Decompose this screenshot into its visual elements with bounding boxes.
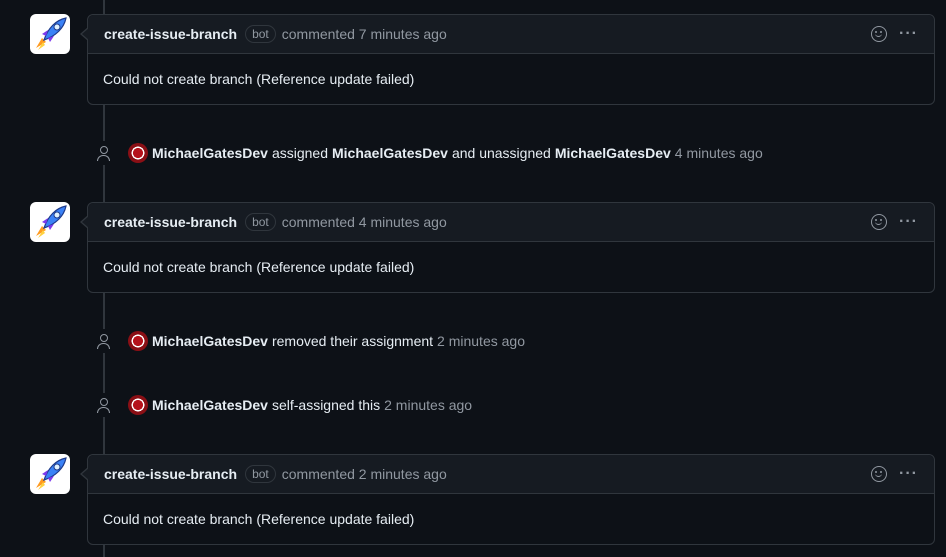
comment-box: create-issue-branch bot commented 4 minu…: [80, 202, 935, 293]
comment-box: create-issue-branch bot commented 7 minu…: [80, 14, 935, 105]
kebab-icon[interactable]: ···: [899, 214, 918, 230]
user-avatar[interactable]: [128, 143, 148, 163]
comment-body: Could not create branch (Reference updat…: [103, 71, 415, 87]
kebab-icon[interactable]: ···: [899, 466, 918, 482]
event-action: assigned: [271, 145, 328, 161]
bot-avatar[interactable]: [30, 14, 70, 54]
event-actor-link[interactable]: MichaelGatesDev: [152, 145, 268, 161]
bot-badge: bot: [245, 213, 276, 231]
rocket-icon: [36, 205, 67, 238]
event-action: removed their assignment: [271, 333, 434, 349]
bot-badge: bot: [245, 25, 276, 43]
comment-author-link[interactable]: create-issue-branch: [104, 214, 237, 230]
kebab-icon[interactable]: ···: [899, 26, 918, 42]
comment-header: create-issue-branch bot commented 4 minu…: [80, 203, 934, 242]
smiley-icon[interactable]: [871, 214, 888, 230]
user-avatar[interactable]: [128, 331, 148, 351]
comment-author-link[interactable]: create-issue-branch: [104, 26, 237, 42]
event-timestamp[interactable]: 2 minutes ago: [437, 333, 525, 349]
event-actor-link[interactable]: MichaelGatesDev: [152, 333, 268, 349]
comment-body: Could not create branch (Reference updat…: [103, 511, 415, 527]
event-timestamp[interactable]: 2 minutes ago: [384, 397, 472, 413]
comment-author-link[interactable]: create-issue-branch: [104, 466, 237, 482]
timeline-event: MichaelGatesDev self-assigned this 2 min…: [96, 393, 481, 417]
event-timestamp[interactable]: 4 minutes ago: [675, 145, 763, 161]
event-action: self-assigned this: [271, 397, 381, 413]
user-avatar[interactable]: [128, 395, 148, 415]
comment-timestamp[interactable]: commented 7 minutes ago: [282, 26, 447, 42]
person-icon: [96, 333, 112, 349]
event-target-link[interactable]: MichaelGatesDev: [332, 145, 448, 161]
bot-badge: bot: [245, 465, 276, 483]
event-action-2: and unassigned: [451, 145, 551, 161]
bot-avatar[interactable]: [30, 202, 70, 242]
comment-header: create-issue-branch bot commented 2 minu…: [80, 455, 934, 494]
event-target-link-2[interactable]: MichaelGatesDev: [555, 145, 671, 161]
smiley-icon[interactable]: [871, 26, 888, 42]
comment-header: create-issue-branch bot commented 7 minu…: [80, 15, 934, 54]
comment-timestamp[interactable]: commented 4 minutes ago: [282, 214, 447, 230]
comment-body: Could not create branch (Reference updat…: [103, 259, 415, 275]
person-icon: [96, 145, 112, 161]
timeline-event: MichaelGatesDev assigned MichaelGatesDev…: [96, 141, 771, 165]
rocket-icon: [36, 457, 67, 490]
comment-timestamp[interactable]: commented 2 minutes ago: [282, 466, 447, 482]
rocket-icon: [36, 17, 67, 50]
timeline-event: MichaelGatesDev removed their assignment…: [96, 329, 533, 353]
comment-box: create-issue-branch bot commented 2 minu…: [80, 454, 935, 545]
event-actor-link[interactable]: MichaelGatesDev: [152, 397, 268, 413]
bot-avatar[interactable]: [30, 454, 70, 494]
smiley-icon[interactable]: [871, 466, 888, 482]
person-icon: [96, 397, 112, 413]
